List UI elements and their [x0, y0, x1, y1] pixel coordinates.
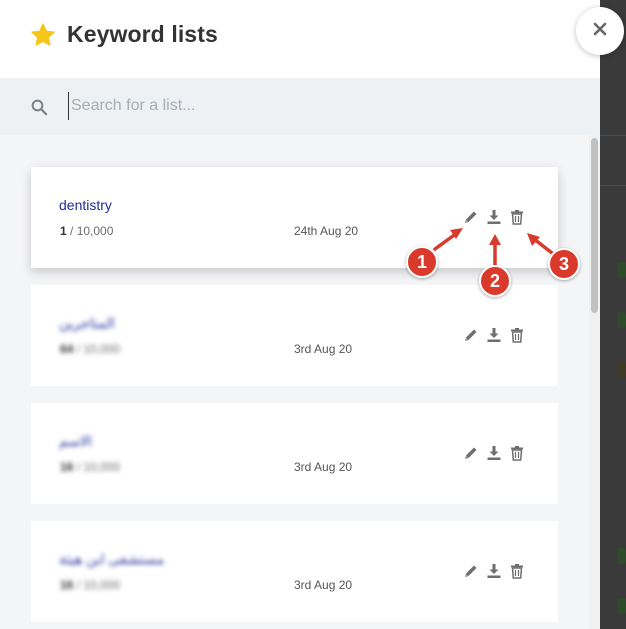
- keyword-count: 16 / 10,000: [60, 460, 120, 474]
- keyword-count: 64 / 10,000: [60, 342, 120, 356]
- scrollbar[interactable]: [589, 135, 600, 629]
- keyword-count: 16 / 10,000: [60, 578, 120, 592]
- background-chip: [617, 362, 626, 378]
- keyword-count-limit: / 10,000: [73, 460, 121, 474]
- keyword-count-limit: / 10,000: [73, 578, 121, 592]
- keyword-count-limit: / 10,000: [73, 342, 121, 356]
- keyword-lists-panel: Keyword lists dentistry 1 / 10,000 24th …: [0, 0, 600, 629]
- edit-icon[interactable]: [463, 563, 479, 579]
- keyword-count-limit: / 10,000: [66, 224, 114, 238]
- keyword-count-current: 64: [60, 342, 74, 356]
- annotation-badge: 2: [479, 265, 511, 297]
- trash-icon[interactable]: [509, 445, 525, 461]
- close-button[interactable]: [576, 7, 624, 55]
- list-name-link[interactable]: الاسم: [59, 433, 92, 450]
- background-chip: [617, 312, 626, 328]
- background-divider: [600, 135, 626, 136]
- edit-icon[interactable]: [463, 209, 479, 225]
- background-chip: [617, 598, 626, 614]
- list-item[interactable]: الاسم 16 / 10,000 3rd Aug 20: [31, 403, 558, 504]
- list-actions: [463, 327, 527, 345]
- keyword-count-current: 16: [60, 578, 74, 592]
- list-item[interactable]: dentistry 1 / 10,000 24th Aug 20: [31, 167, 558, 268]
- keyword-count: 1 / 10,000: [60, 224, 113, 238]
- search-input[interactable]: [68, 92, 568, 120]
- keyword-count-current: 16: [60, 460, 74, 474]
- list-name-link[interactable]: dentistry: [59, 197, 112, 213]
- download-icon[interactable]: [486, 445, 502, 461]
- annotation-badge: 3: [548, 248, 580, 280]
- list-actions: [463, 445, 527, 463]
- background-chip: [617, 548, 626, 564]
- edit-icon[interactable]: [463, 327, 479, 343]
- list-date: 3rd Aug 20: [294, 578, 353, 592]
- trash-icon[interactable]: [509, 209, 525, 225]
- edit-icon[interactable]: [463, 445, 479, 461]
- background-chip: [617, 262, 626, 278]
- panel-header: Keyword lists: [0, 0, 600, 78]
- download-icon[interactable]: [486, 327, 502, 343]
- list-name-link[interactable]: مستشفى ابن هيثة: [59, 551, 164, 568]
- download-icon[interactable]: [486, 563, 502, 579]
- keyword-list-container: dentistry 1 / 10,000 24th Aug 20 المتاجر…: [0, 135, 600, 629]
- trash-icon[interactable]: [509, 327, 525, 343]
- search-bar: [0, 78, 600, 135]
- scrollbar-thumb[interactable]: [591, 138, 598, 313]
- list-actions: [463, 209, 527, 227]
- annotation-badge: 1: [406, 246, 438, 278]
- list-date: 3rd Aug 20: [294, 342, 353, 356]
- list-item[interactable]: المتاجرين 64 / 10,000 3rd Aug 20: [31, 285, 558, 386]
- list-name-link[interactable]: المتاجرين: [59, 315, 115, 332]
- star-icon: [30, 22, 56, 48]
- list-item[interactable]: مستشفى ابن هيثة 16 / 10,000 3rd Aug 20: [31, 521, 558, 622]
- trash-icon[interactable]: [509, 563, 525, 579]
- list-actions: [463, 563, 527, 581]
- list-date: 3rd Aug 20: [294, 460, 353, 474]
- search-icon: [30, 98, 48, 116]
- download-icon[interactable]: [486, 209, 502, 225]
- background-divider: [600, 185, 626, 186]
- page-title: Keyword lists: [67, 21, 218, 47]
- close-icon: [593, 22, 607, 41]
- list-date: 24th Aug 20: [294, 224, 359, 238]
- keyword-count-current: 1: [60, 224, 67, 238]
